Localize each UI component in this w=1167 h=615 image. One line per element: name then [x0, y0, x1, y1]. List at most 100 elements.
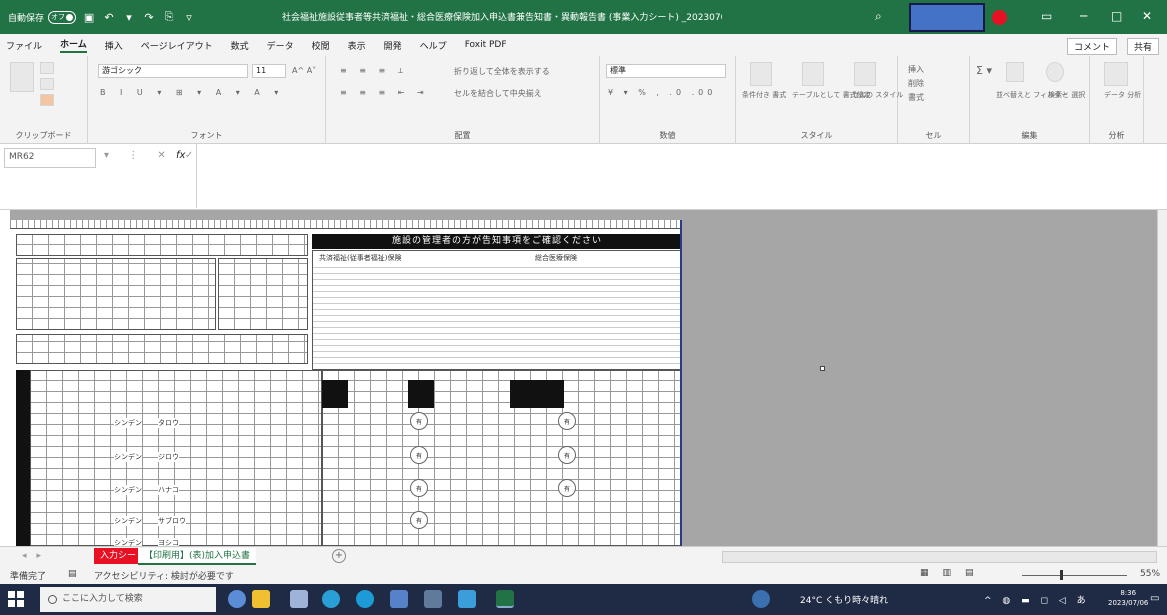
tab-formulas[interactable]: 数式: [231, 39, 249, 52]
formula-input[interactable]: [196, 144, 1160, 208]
alignment-label: 配置: [454, 131, 471, 140]
account-area[interactable]: [909, 3, 985, 32]
tab-home[interactable]: ホーム: [60, 37, 87, 53]
merge-center-button[interactable]: セルを結合して中央揃え: [454, 88, 542, 99]
font-label: フォント: [190, 131, 223, 140]
copy-icon[interactable]: [40, 78, 54, 90]
tab-review[interactable]: 校閲: [312, 39, 330, 52]
share-button[interactable]: 共有: [1126, 38, 1159, 55]
conditional-format-icon[interactable]: [750, 62, 772, 86]
format-painter-icon[interactable]: [40, 94, 54, 106]
record-indicator-icon[interactable]: [992, 10, 1007, 25]
font-size-select[interactable]: 11: [252, 64, 286, 78]
undo-icon[interactable]: ↶: [102, 10, 116, 24]
save-icon[interactable]: ▣: [82, 10, 96, 24]
tab-data[interactable]: データ: [267, 39, 294, 52]
notice-right-title: 総合医療保険: [535, 254, 577, 262]
find-select-label[interactable]: 検索と 選択: [1048, 90, 1085, 100]
tab-page-layout[interactable]: ページレイアウト: [141, 39, 213, 52]
macro-record-icon[interactable]: ▤: [68, 569, 77, 579]
mail-icon[interactable]: [424, 590, 442, 608]
maximize-button[interactable]: □: [1111, 9, 1122, 23]
clock-time: 8:36: [1120, 589, 1137, 597]
network-app-icon[interactable]: [752, 590, 770, 608]
wrap-text-button[interactable]: 折り返して全体を表示する: [454, 66, 550, 77]
search-icon[interactable]: ⌕: [875, 9, 882, 24]
mouse-cursor-icon: [820, 366, 825, 371]
zoom-level[interactable]: 55%: [1140, 569, 1160, 579]
align-top-icons[interactable]: ≡ ≡ ≡ ⟂: [340, 66, 408, 76]
bold-italic-underline-icons[interactable]: B I U ▾ ⊞ ▾ A ▾ A ▾: [100, 88, 284, 97]
autosum-icon[interactable]: Σ ▾: [976, 64, 992, 77]
store-icon[interactable]: [390, 590, 408, 608]
yes-circle-mark: 有: [558, 446, 576, 464]
currency-percent-icons[interactable]: ¥ ▾ % , .0 .00: [608, 88, 716, 97]
conditional-format-label[interactable]: 条件付き 書式: [742, 90, 786, 100]
task-view-icon[interactable]: [290, 590, 308, 608]
cut-icon[interactable]: [40, 62, 54, 74]
paste-icon[interactable]: [10, 62, 34, 92]
find-select-icon[interactable]: [1046, 62, 1064, 82]
format-as-table-icon[interactable]: [802, 62, 824, 86]
clock[interactable]: 8:36 2023/07/06: [1108, 588, 1148, 608]
close-button[interactable]: ✕: [1142, 9, 1152, 23]
cortana-icon[interactable]: [228, 590, 246, 608]
delete-cells-button[interactable]: 削除: [908, 78, 924, 89]
print-preview-sheet[interactable]: 施設の管理者の方が告知事項をご確認ください 共済福祉(従事者福祉)保険 総合医療…: [10, 220, 682, 546]
tab-view[interactable]: 表示: [348, 39, 366, 52]
sort-filter-icon[interactable]: [1006, 62, 1024, 82]
redo-icon[interactable]: ↷: [142, 10, 156, 24]
number-format-select[interactable]: 標準: [606, 64, 726, 78]
qat-dropdown-icon[interactable]: ▾: [122, 10, 136, 24]
taskbar-search[interactable]: ここに入力して検索: [40, 587, 216, 612]
start-button[interactable]: [8, 591, 24, 607]
format-painter-icon[interactable]: ⎘: [162, 10, 176, 24]
analyze-data-label[interactable]: データ 分析: [1104, 90, 1141, 100]
tab-scroll-icon[interactable]: ◂▸: [22, 551, 51, 561]
worksheet-area[interactable]: 施設の管理者の方が告知事項をご確認ください 共済福祉(従事者福祉)保険 総合医療…: [0, 210, 1167, 546]
font-name-select[interactable]: 游ゴシック: [98, 64, 248, 78]
row-given: ジロウ: [158, 452, 179, 462]
yes-circle-mark: 有: [410, 412, 428, 430]
notifications-icon[interactable]: ▭: [1150, 593, 1159, 604]
minimize-button[interactable]: ─: [1080, 9, 1087, 23]
zoom-slider[interactable]: [1022, 575, 1127, 576]
insert-cells-button[interactable]: 挿入: [908, 64, 924, 75]
zoom-slider-thumb[interactable]: [1060, 570, 1063, 580]
weather-widget[interactable]: 24°C くもり時々晴れ: [800, 593, 888, 606]
fx-icon[interactable]: fx: [176, 150, 185, 161]
customize-qat-icon[interactable]: ▿: [182, 10, 196, 24]
font-group: 游ゴシック 11 A^ A˅ B I U ▾ ⊞ ▾ A ▾ A ▾ フォント: [88, 56, 326, 144]
excel-taskbar-icon[interactable]: [496, 590, 514, 608]
sheet-tab-print[interactable]: 【印刷用】(表)加入申込書: [138, 548, 257, 565]
cell-styles-icon[interactable]: [854, 62, 876, 86]
tab-foxit-pdf[interactable]: Foxit PDF: [465, 40, 507, 50]
font-grow-icon[interactable]: A^ A˅: [292, 66, 316, 75]
format-cells-button[interactable]: 書式: [908, 92, 924, 103]
yes-circle-mark: 有: [558, 412, 576, 430]
ribbon-display-icon[interactable]: ▭: [1041, 9, 1052, 23]
horizontal-scrollbar[interactable]: [722, 551, 1157, 563]
comment-button[interactable]: コメント: [1066, 38, 1117, 55]
formula-controls-icon[interactable]: ▾ ⋮ ✕ ✓: [104, 150, 201, 161]
vertical-scrollbar[interactable]: [1157, 210, 1167, 546]
row-given: ハナコ: [158, 485, 179, 495]
tab-developer[interactable]: 開発: [384, 39, 402, 52]
autosave-switch[interactable]: オフ: [48, 10, 77, 24]
edge-icon[interactable]: [322, 590, 340, 608]
pinned-app-icon[interactable]: [252, 590, 270, 608]
view-mode-icons[interactable]: ▦▥▤: [920, 568, 988, 578]
add-sheet-button[interactable]: +: [332, 549, 346, 563]
browser-icon[interactable]: [356, 590, 374, 608]
system-tray-icons[interactable]: ^ ◍ ▬ ◻ ◁ あ: [984, 593, 1090, 606]
align-left-icons[interactable]: ≡ ≡ ≡ ⇤ ⇥: [340, 88, 429, 97]
tab-insert[interactable]: 挿入: [105, 39, 123, 52]
tab-help[interactable]: ヘルプ: [420, 39, 447, 52]
tab-file[interactable]: ファイル: [6, 39, 42, 52]
accessibility-status[interactable]: アクセシビリティ: 検討が必要です: [94, 569, 234, 582]
autosave-toggle[interactable]: 自動保存 オフ: [8, 10, 77, 24]
teams-icon[interactable]: [458, 590, 476, 608]
name-box[interactable]: MR62: [4, 148, 96, 168]
cell-styles-label[interactable]: セルの スタイル: [852, 90, 903, 100]
analyze-data-icon[interactable]: [1104, 62, 1128, 86]
